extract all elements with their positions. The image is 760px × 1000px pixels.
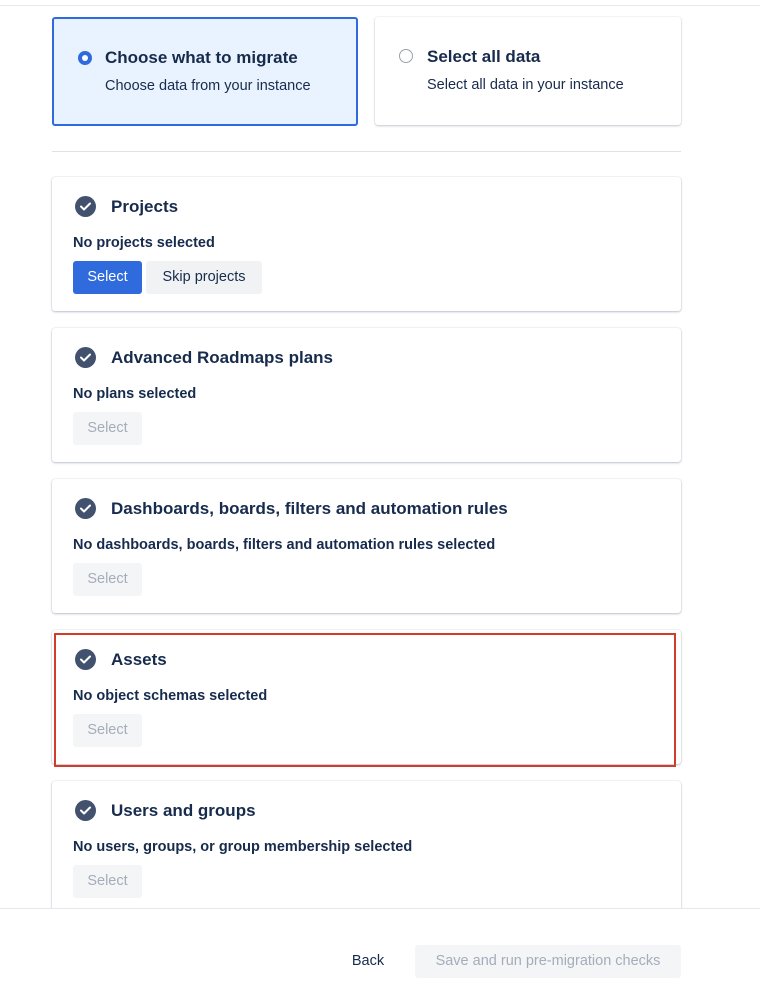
option-description: Select all data in your instance	[427, 77, 624, 93]
save-and-run-checks-button[interactable]: Save and run pre-migration checks	[415, 945, 681, 978]
check-circle-icon	[75, 800, 96, 821]
section-dashboards-boards-filters: Dashboards, boards, filters and automati…	[52, 479, 681, 613]
check-circle-icon	[75, 196, 96, 217]
check-circle-icon	[75, 498, 96, 519]
select-assets-button[interactable]: Select	[73, 714, 142, 747]
section-advanced-roadmaps-plans: Advanced Roadmaps plans No plans selecte…	[52, 328, 681, 462]
select-plans-button[interactable]: Select	[73, 412, 142, 445]
skip-projects-button[interactable]: Skip projects	[146, 261, 262, 294]
section-assets: Assets No object schemas selected Select	[52, 630, 681, 764]
top-divider	[0, 5, 760, 6]
section-users-and-groups: Users and groups No users, groups, or gr…	[52, 781, 681, 915]
radio-unchecked-icon[interactable]	[399, 49, 413, 63]
section-title: Users and groups	[111, 801, 256, 820]
section-title: Assets	[111, 650, 167, 669]
select-projects-button[interactable]: Select	[73, 261, 142, 294]
section-projects: Projects No projects selected Select Ski…	[52, 177, 681, 311]
option-title: Select all data	[427, 47, 541, 66]
section-status: No users, groups, or group membership se…	[73, 839, 413, 855]
section-title: Projects	[111, 197, 179, 216]
section-title: Advanced Roadmaps plans	[111, 348, 334, 367]
section-status: No dashboards, boards, filters and autom…	[73, 537, 496, 553]
section-status: No plans selected	[73, 386, 197, 402]
back-button[interactable]: Back	[340, 945, 396, 978]
option-title: Choose what to migrate	[105, 48, 298, 67]
select-dashboards-button[interactable]: Select	[73, 563, 142, 596]
section-divider	[52, 151, 681, 152]
section-status: No projects selected	[73, 235, 215, 251]
select-users-button[interactable]: Select	[73, 865, 142, 898]
check-circle-icon	[75, 649, 96, 670]
footer-bar: Back Save and run pre-migration checks	[0, 908, 760, 1000]
check-circle-icon	[75, 347, 96, 368]
section-title: Dashboards, boards, filters and automati…	[111, 499, 508, 518]
option-description: Choose data from your instance	[105, 78, 311, 94]
option-choose-what-to-migrate[interactable]: Choose what to migrate Choose data from …	[52, 17, 358, 126]
section-status: No object schemas selected	[73, 688, 268, 704]
option-select-all-data[interactable]: Select all data Select all data in your …	[375, 17, 681, 125]
radio-checked-icon[interactable]	[78, 51, 92, 65]
